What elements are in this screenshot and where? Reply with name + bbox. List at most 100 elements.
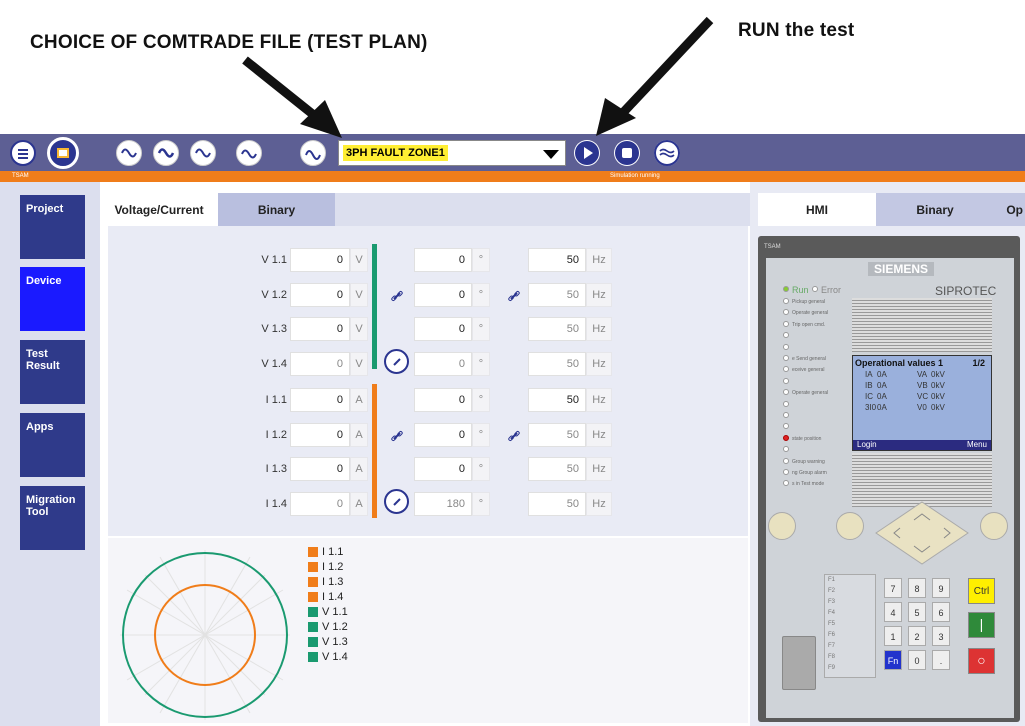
keypad-key[interactable]: . xyxy=(932,650,950,670)
frequency-input[interactable]: 50 xyxy=(528,317,586,341)
frequency-unit: Hz xyxy=(586,388,612,412)
frequency-unit: Hz xyxy=(586,317,612,341)
angle-input[interactable]: 180 xyxy=(414,492,472,516)
test-plan-dropdown[interactable]: 3PH FAULT ZONE1 xyxy=(338,140,566,166)
frequency-input[interactable]: 50 xyxy=(528,423,586,447)
nav-test-result[interactable]: Test Result xyxy=(20,340,85,404)
ctrl-key[interactable]: Ctrl xyxy=(968,578,995,604)
current-group-bar xyxy=(372,384,377,518)
angle-input[interactable]: 0 xyxy=(414,352,472,376)
keypad-key[interactable]: 3 xyxy=(932,626,950,646)
nav-device[interactable]: Device xyxy=(20,267,85,331)
tab-binary[interactable]: Binary xyxy=(218,193,335,226)
nav-project[interactable]: Project xyxy=(20,195,85,259)
keypad-key[interactable]: 8 xyxy=(908,578,926,598)
tab-voltage-current[interactable]: Voltage/Current xyxy=(100,193,218,226)
magnitude-input[interactable]: 0 xyxy=(290,248,350,272)
keypad-key[interactable]: 7 xyxy=(884,578,902,598)
login-softkey[interactable]: Login xyxy=(857,440,877,449)
annotation-arrows xyxy=(242,16,714,138)
waveform-icon-3[interactable] xyxy=(190,140,216,166)
frequency-unit: Hz xyxy=(586,423,612,447)
frequency-input[interactable]: 50 xyxy=(528,492,586,516)
frequency-input[interactable]: 50 xyxy=(528,352,586,376)
nav-migration-tool[interactable]: Migration Tool xyxy=(20,486,85,550)
keypad-key[interactable]: 2 xyxy=(908,626,926,646)
nav-cross-icon[interactable] xyxy=(874,500,970,566)
current-angle-link-icon[interactable] xyxy=(503,425,525,447)
run-led xyxy=(783,286,789,292)
magnitude-unit: A xyxy=(350,492,368,516)
wave-settings-button[interactable] xyxy=(654,140,680,166)
open-key[interactable]: ○ xyxy=(968,648,995,674)
lcd-cell: VA xyxy=(917,370,928,379)
legend-label: I 1.2 xyxy=(322,560,344,573)
keypad-key[interactable]: Fn xyxy=(884,650,902,670)
close-key[interactable]: | xyxy=(968,612,995,638)
menu-icon[interactable] xyxy=(10,140,36,166)
keypad-key[interactable]: 9 xyxy=(932,578,950,598)
lcd-cell: VB xyxy=(917,381,928,390)
keypad-key[interactable]: 4 xyxy=(884,602,902,622)
phasor-legend: I 1.1 I 1.2 I 1.3 I 1.4 V 1.1 V 1.2 V 1.3 V 1.4 xyxy=(308,544,348,664)
voltage-angle-link-icon[interactable] xyxy=(503,285,525,307)
frequency-input[interactable]: 50 xyxy=(528,457,586,481)
waveform-icon-4[interactable] xyxy=(236,140,262,166)
frequency-input[interactable]: 50 xyxy=(528,248,586,272)
menu-softkey[interactable]: Menu xyxy=(967,440,987,449)
status-led xyxy=(783,355,789,361)
magnitude-input[interactable]: 0 xyxy=(290,352,350,376)
current-sum-link-icon[interactable] xyxy=(384,489,409,514)
tab-op[interactable]: Op xyxy=(994,193,1025,226)
angle-input[interactable]: 0 xyxy=(414,248,472,272)
stop-button[interactable] xyxy=(614,140,640,166)
legend-swatch xyxy=(308,651,318,662)
chevron-down-icon[interactable] xyxy=(543,150,559,159)
error-label: Error xyxy=(821,285,841,295)
angle-unit: ° xyxy=(472,283,490,307)
tab-binary-right[interactable]: Binary xyxy=(876,193,994,226)
waveform-icon-2[interactable] xyxy=(153,140,179,166)
run-button[interactable] xyxy=(574,140,600,166)
right-round-button[interactable] xyxy=(980,512,1008,540)
magnitude-input[interactable]: 0 xyxy=(290,492,350,516)
frequency-input[interactable]: 50 xyxy=(528,388,586,412)
voltage-mag-link-icon[interactable] xyxy=(386,285,408,307)
status-led xyxy=(783,343,789,350)
current-mag-link-icon[interactable] xyxy=(386,425,408,447)
lcd-cell: IB xyxy=(865,381,873,390)
middle-round-button[interactable] xyxy=(836,512,864,540)
waveform-icon-1[interactable] xyxy=(116,140,142,166)
angle-input[interactable]: 0 xyxy=(414,457,472,481)
device-lcd: Operational values 1 1/2 IA 0A VA 0kV IB 0A VB 0… xyxy=(852,355,992,451)
lcd-title: Operational values 1 xyxy=(855,358,944,368)
nav-apps[interactable]: Apps xyxy=(20,413,85,477)
tab-hmi[interactable]: HMI xyxy=(758,193,876,226)
lcd-cell: 0A xyxy=(877,392,887,401)
angle-unit: ° xyxy=(472,388,490,412)
magnitude-input[interactable]: 0 xyxy=(290,457,350,481)
angle-input[interactable]: 0 xyxy=(414,423,472,447)
legend-swatch xyxy=(308,546,318,557)
keypad-key[interactable]: 1 xyxy=(884,626,902,646)
legend-item: V 1.3 xyxy=(308,634,348,649)
angle-input[interactable]: 0 xyxy=(414,317,472,341)
run-label: Run xyxy=(792,285,809,295)
voltage-sum-link-icon[interactable] xyxy=(384,349,409,374)
keypad-key[interactable]: 5 xyxy=(908,602,926,622)
magnitude-input[interactable]: 0 xyxy=(290,283,350,307)
legend-item: I 1.3 xyxy=(308,574,348,589)
keypad-key[interactable]: 6 xyxy=(932,602,950,622)
magnitude-input[interactable]: 0 xyxy=(290,388,350,412)
keypad-key[interactable]: 0 xyxy=(908,650,926,670)
left-round-button[interactable] xyxy=(768,512,796,540)
frequency-input[interactable]: 50 xyxy=(528,283,586,307)
magnitude-input[interactable]: 0 xyxy=(290,423,350,447)
project-icon[interactable] xyxy=(47,137,79,169)
magnitude-input[interactable]: 0 xyxy=(290,317,350,341)
magnitude-unit: A xyxy=(350,423,368,447)
angle-input[interactable]: 0 xyxy=(414,283,472,307)
comtrade-icon[interactable] xyxy=(300,140,326,166)
magnitude-unit: A xyxy=(350,388,368,412)
angle-input[interactable]: 0 xyxy=(414,388,472,412)
